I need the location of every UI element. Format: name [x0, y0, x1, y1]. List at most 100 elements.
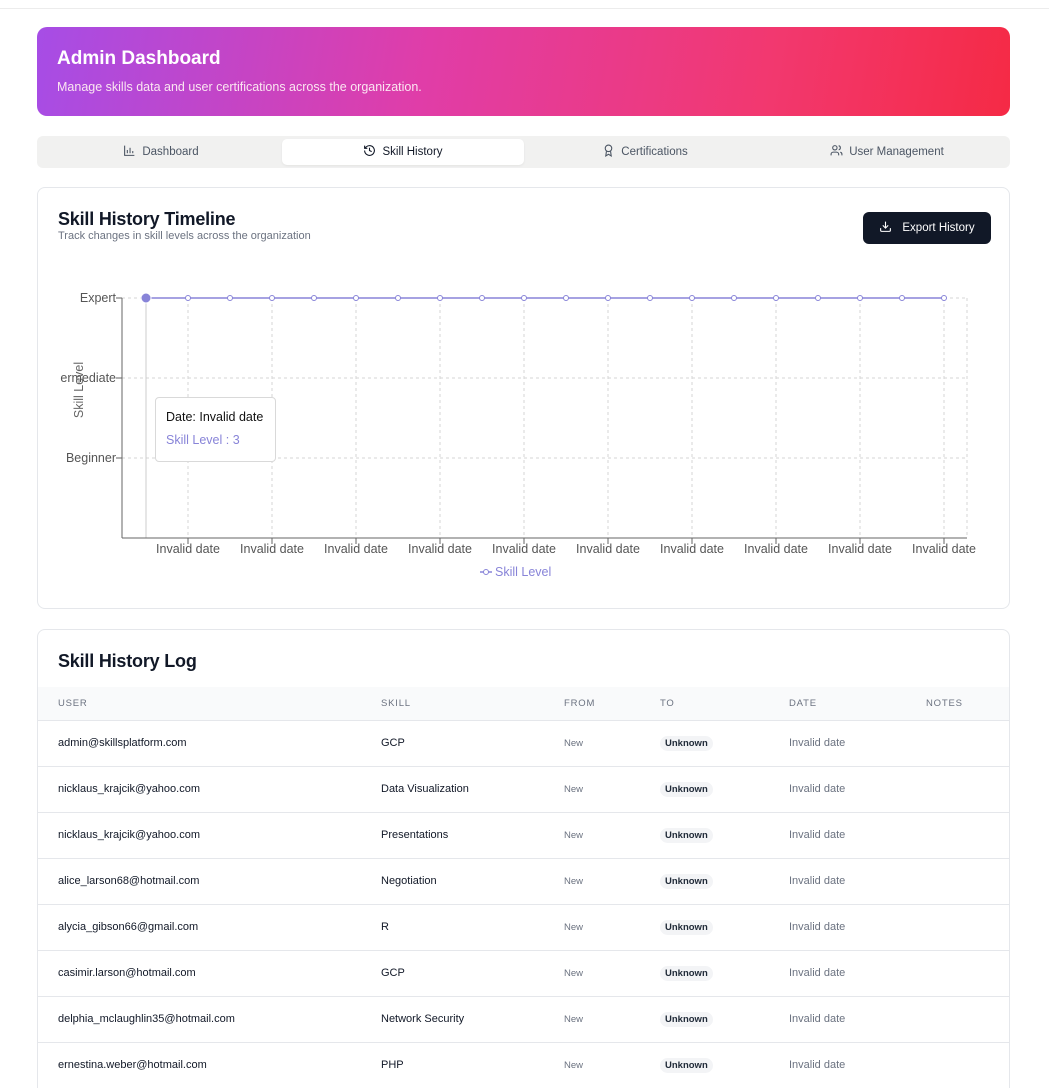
data-point [941, 295, 947, 301]
cell-to: Unknown [660, 1042, 789, 1088]
data-point [395, 295, 401, 301]
status-badge: Unknown [660, 919, 713, 935]
x-tick-label: Invalid date [492, 542, 556, 556]
history-icon [363, 144, 376, 160]
tab-label: User Management [849, 146, 944, 158]
data-point [605, 295, 611, 301]
table-row: nicklaus_krajcik@yahoo.com Data Visualiza… [38, 766, 1009, 812]
y-axis-title: Skill Level [72, 362, 86, 418]
tab-bar: Dashboard Skill History Certifications U… [37, 136, 1010, 168]
cell-from: New [564, 1013, 584, 1025]
cell-date: Invalid date [789, 829, 846, 841]
data-point [731, 295, 737, 301]
cell-date: Invalid date [789, 921, 846, 933]
column-header-notes: NOTES [926, 697, 963, 709]
status-badge: Unknown [660, 1057, 713, 1073]
cell-date: Invalid date [789, 783, 846, 795]
cell-notes [926, 812, 1009, 858]
cell-to: Unknown [660, 950, 789, 996]
cell-user: ernestina.weber@hotmail.com [58, 1059, 207, 1072]
data-point [773, 295, 779, 301]
cell-to: Unknown [660, 858, 789, 904]
x-tick-label: Invalid date [240, 542, 304, 556]
x-tick-label: Invalid date [408, 542, 472, 556]
bar-chart-icon [123, 144, 136, 160]
cell-to: Unknown [660, 812, 789, 858]
cell-from: New [564, 1059, 584, 1071]
cell-user: nicklaus_krajcik@yahoo.com [58, 783, 201, 795]
cell-from: New [564, 737, 584, 749]
cell-from: New [564, 783, 584, 795]
skill-history-timeline-card: Skill History Timeline Track changes in … [37, 187, 1010, 609]
data-point [899, 295, 905, 301]
y-tick-label: ermediate [60, 371, 116, 385]
cell-date: Invalid date [789, 875, 846, 887]
cell-date: Invalid date [789, 737, 846, 749]
table-row: nicklaus_krajcik@yahoo.com Presentations N… [38, 812, 1009, 858]
cell-date: Invalid date [789, 1059, 846, 1072]
data-point [311, 295, 317, 301]
tab-skill-history[interactable]: Skill History [282, 139, 524, 165]
status-badge: Unknown [660, 1011, 713, 1027]
x-tick-label: Invalid date [156, 542, 220, 556]
cell-skill: Data Visualization [381, 783, 469, 795]
page-subtitle: Manage skills data and user certificatio… [57, 80, 422, 94]
table-row: ernestina.weber@hotmail.com PHP New Unknown… [38, 1042, 1009, 1088]
status-badge: Unknown [660, 827, 713, 843]
active-data-point [140, 292, 152, 304]
x-tick-label: Invalid date [744, 542, 808, 556]
table-row: casimir.larson@hotmail.com GCP New Unknown I… [38, 950, 1009, 996]
data-point [479, 295, 485, 301]
cell-notes [926, 858, 1009, 904]
table-row: admin@skillsplatform.com GCP New Unknown Inv… [38, 720, 1009, 766]
cell-from: New [564, 875, 584, 887]
cell-skill: R [381, 921, 389, 933]
data-point [269, 295, 275, 301]
cell-from: New [564, 829, 584, 841]
x-tick-label: Invalid date [912, 542, 976, 556]
status-badge: Unknown [660, 735, 713, 751]
data-point [185, 295, 191, 301]
x-tick-label: Invalid date [660, 542, 724, 556]
column-header-from: FROM [564, 697, 596, 709]
cell-to: Unknown [660, 720, 789, 766]
top-divider [0, 8, 1049, 9]
status-badge: Unknown [660, 781, 713, 797]
data-point [563, 295, 569, 301]
y-tick-label: Beginner [66, 451, 116, 465]
cell-user: casimir.larson@hotmail.com [58, 967, 196, 979]
tab-label: Skill History [382, 146, 443, 158]
data-point [857, 295, 863, 301]
page-header-banner: Admin Dashboard Manage skills data and u… [37, 27, 1010, 116]
cell-date: Invalid date [789, 967, 846, 979]
column-header-date: DATE [789, 697, 817, 709]
cell-notes [926, 720, 1009, 766]
column-header-skill: SKILL [381, 697, 411, 709]
cell-to: Unknown [660, 766, 789, 812]
tab-dashboard[interactable]: Dashboard [40, 139, 282, 165]
page-title: Admin Dashboard [57, 48, 221, 69]
cell-skill: PHP [381, 1059, 404, 1072]
cell-from: New [564, 967, 584, 979]
tooltip-value: Skill Level : 3 [166, 433, 240, 447]
cell-skill: Presentations [381, 829, 449, 841]
status-badge: Unknown [660, 873, 713, 889]
x-tick-label: Invalid date [576, 542, 640, 556]
data-point [647, 295, 653, 301]
cell-notes [926, 904, 1009, 950]
cell-notes [926, 1042, 1009, 1088]
data-point [689, 295, 695, 301]
chart-tooltip: Date: Invalid date Skill Level : 3 [155, 397, 276, 462]
log-title: Skill History Log [58, 651, 197, 671]
table-row: alice_larson68@hotmail.com Negotiation New… [38, 858, 1009, 904]
cell-to: Unknown [660, 996, 789, 1042]
status-badge: Unknown [660, 965, 713, 981]
skill-history-log-card: Skill History Log USER SKILL FROM TO DAT… [37, 629, 1010, 1088]
table-row: delphia_mclaughlin35@hotmail.com Network … [38, 996, 1009, 1042]
cell-skill: GCP [381, 967, 405, 979]
tab-user-management[interactable]: User Management [766, 139, 1008, 165]
cell-from: New [564, 921, 584, 933]
cell-notes [926, 766, 1009, 812]
tab-certifications[interactable]: Certifications [524, 139, 766, 165]
cell-user: alycia_gibson66@gmail.com [58, 921, 199, 933]
